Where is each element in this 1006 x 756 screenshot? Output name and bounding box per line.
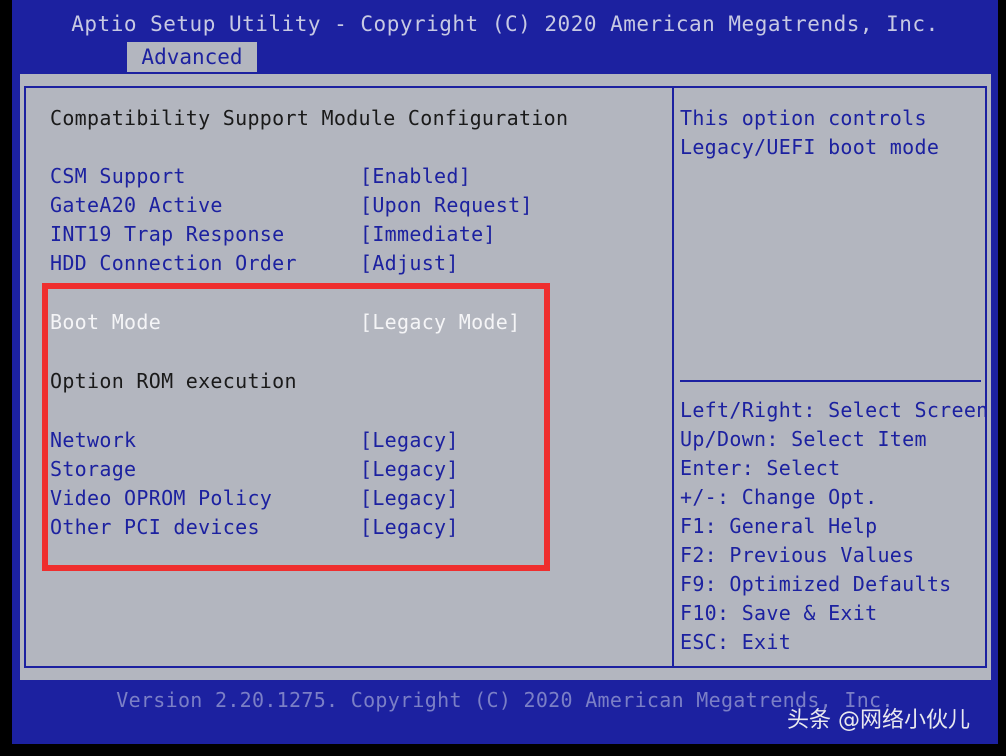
- setting-label-gatea20[interactable]: GateA20 Active: [50, 193, 223, 217]
- help-key-plus-minus: +/-: Change Opt.: [680, 485, 878, 509]
- setting-label-int19[interactable]: INT19 Trap Response: [50, 222, 284, 246]
- help-key-left-right: Left/Right: Select Screen: [680, 398, 989, 422]
- help-description-line2: Legacy/UEFI boot mode: [680, 135, 940, 159]
- tab-advanced[interactable]: Advanced: [127, 42, 257, 72]
- setting-value-hdd-order[interactable]: [Adjust]: [360, 251, 459, 275]
- setting-value-gatea20[interactable]: [Upon Request]: [360, 193, 533, 217]
- panel-divider-vertical: [672, 86, 674, 668]
- help-key-f9: F9: Optimized Defaults: [680, 572, 952, 596]
- help-divider-horizontal: [680, 380, 981, 382]
- setting-label-csm-support[interactable]: CSM Support: [50, 164, 186, 188]
- help-key-enter: Enter: Select: [680, 456, 841, 480]
- help-key-f2: F2: Previous Values: [680, 543, 915, 567]
- setting-label-hdd-order[interactable]: HDD Connection Order: [50, 251, 297, 275]
- setting-value-csm-support[interactable]: [Enabled]: [360, 164, 471, 188]
- section-title: Compatibility Support Module Configurati…: [50, 106, 569, 130]
- setting-value-int19[interactable]: [Immediate]: [360, 222, 496, 246]
- help-key-esc: ESC: Exit: [680, 630, 792, 654]
- help-key-f10: F10: Save & Exit: [680, 601, 878, 625]
- bios-title: Aptio Setup Utility - Copyright (C) 2020…: [71, 12, 939, 36]
- help-key-f1: F1: General Help: [680, 514, 878, 538]
- settings-panel: Compatibility Support Module Configurati…: [18, 72, 993, 682]
- help-description-line1: This option controls: [680, 106, 927, 130]
- bios-screen: Aptio Setup Utility - Copyright (C) 2020…: [12, 0, 998, 744]
- watermark-text: 头条 @网络小伙儿: [787, 708, 970, 733]
- red-highlight-box: [42, 283, 550, 571]
- help-key-up-down: Up/Down: Select Item: [680, 427, 927, 451]
